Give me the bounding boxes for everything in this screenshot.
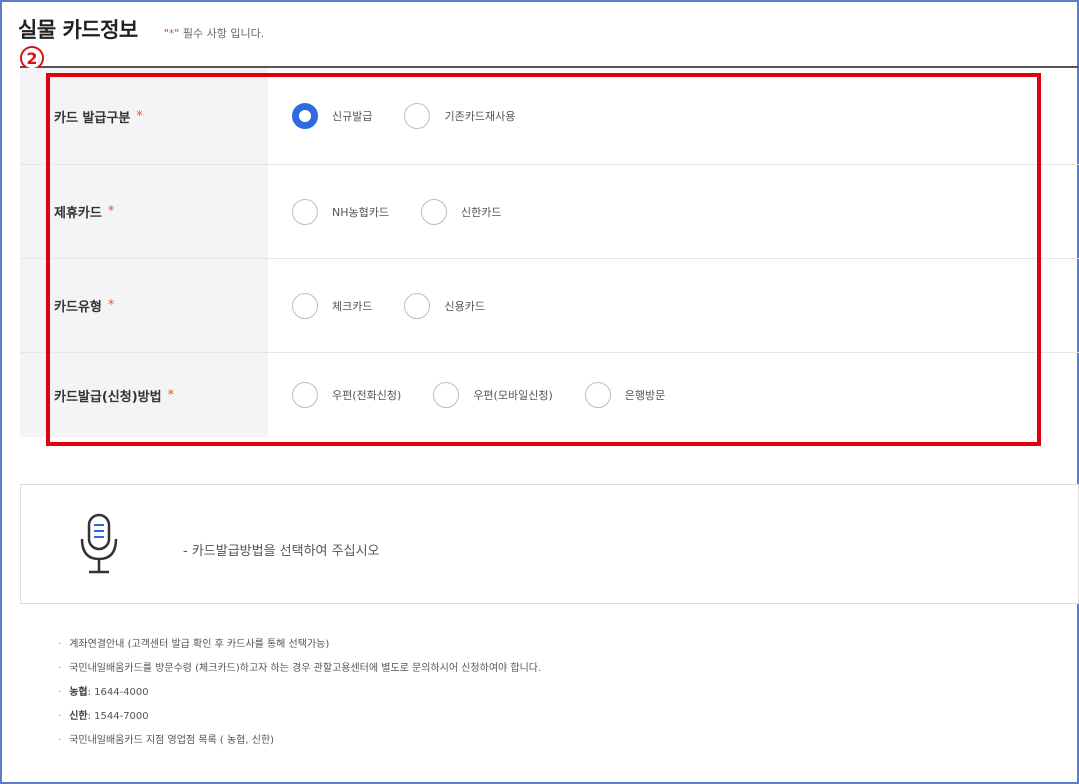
required-star: *	[167, 387, 175, 403]
info-item: 국민내일배움카드를 방문수령 (체크카드)하고자 하는 경우 관할고용센터에 별…	[58, 662, 541, 686]
page-title: 실물 카드정보	[18, 18, 138, 42]
radio-label: 은행방문	[624, 389, 666, 402]
notice-box: - 카드발급방법을 선택하여 주십시오	[20, 484, 1079, 604]
info-item: 국민내일배움카드 지점 영업점 목록 ( 농협, 신한)	[58, 734, 541, 758]
step-number-badge: 2	[20, 46, 44, 70]
radio-credit-card[interactable]: 신용카드	[404, 292, 485, 319]
card-info-form: 카드 발급구분 * 신규발급 기존카드재사용 제휴카드 * NH농협카드 신한카드 …	[20, 68, 1079, 437]
row-label-text: 카드발급(신청)방법	[54, 389, 162, 405]
section-header: 실물 카드정보 "*" 필수 사항 입니다.	[18, 14, 264, 44]
notice-text: - 카드발급방법을 선택하여 주십시오	[183, 544, 380, 559]
info-item-nh-phone: 농협: 1644-4000	[58, 686, 541, 710]
form-row-issue-type: 카드 발급구분 * 신규발급 기존카드재사용	[20, 68, 1079, 165]
radio-button[interactable]	[433, 382, 460, 408]
form-row-card-type: 카드유형 * 체크카드 신용카드	[20, 259, 1079, 353]
required-star: *	[136, 108, 143, 124]
required-star: *	[107, 204, 115, 219]
radio-label: 신규발급	[332, 110, 373, 123]
radio-reuse-card[interactable]: 기존카드재사용	[404, 103, 515, 129]
info-text: 국민내일배움카드를 방문수령 (체크카드)하고자 하는 경우 관할고용센터에 별…	[69, 663, 542, 674]
form-row-partner-card: 제휴카드 * NH농협카드 신한카드	[20, 165, 1079, 259]
radio-button[interactable]	[292, 382, 318, 408]
row-label-text: 카드 발급구분	[54, 110, 131, 126]
shinhan-phone: : 1544-7000	[87, 711, 149, 722]
radio-shinhan-card[interactable]: 신한카드	[420, 198, 502, 225]
row-label-text: 카드유형	[54, 300, 102, 315]
radio-button[interactable]	[420, 198, 447, 225]
radio-group-issue-type: 신규발급 기존카드재사용	[268, 68, 1079, 164]
row-label: 제휴카드 *	[20, 165, 268, 258]
row-label: 카드 발급구분 *	[20, 68, 268, 164]
row-label-text: 제휴카드	[54, 206, 102, 221]
microphone-icon	[80, 513, 118, 574]
info-item-shinhan-phone: 신한: 1544-7000	[58, 710, 541, 734]
row-label: 카드유형 *	[20, 259, 268, 352]
info-text: 국민내일배움카드 지점 영업점 목록 ( 농협, 신한)	[69, 735, 275, 746]
radio-bank-visit[interactable]: 은행방문	[584, 382, 666, 408]
radio-label: 우편(모바일신청)	[473, 389, 553, 402]
shinhan-label: 신한	[69, 711, 88, 722]
radio-label: 기존카드재사용	[444, 110, 516, 123]
radio-label: 우편(전화신청)	[332, 389, 402, 402]
info-item: 계좌연결안내 (고객센터 발급 확인 후 카드사를 통해 선택가능)	[58, 638, 541, 662]
radio-new-issue[interactable]: 신규발급	[292, 103, 372, 129]
required-star: *	[107, 298, 115, 313]
radio-label: 체크카드	[332, 299, 373, 313]
form-row-issue-method: 카드발급(신청)방법 * 우편(전화신청) 우편(모바일신청) 은행방문	[20, 353, 1079, 437]
radio-button[interactable]	[584, 382, 611, 408]
radio-button-checked[interactable]	[292, 103, 318, 129]
radio-button[interactable]	[292, 198, 318, 225]
radio-group-card-type: 체크카드 신용카드	[268, 259, 1079, 352]
nh-label: 농협	[69, 687, 88, 698]
required-note-text: " 필수 사항 입니다.	[174, 27, 265, 40]
radio-mail-mobile[interactable]: 우편(모바일신청)	[433, 382, 553, 408]
radio-mail-phone[interactable]: 우편(전화신청)	[292, 382, 401, 408]
radio-label: NH농협카드	[332, 205, 389, 219]
info-list: 계좌연결안내 (고객센터 발급 확인 후 카드사를 통해 선택가능) 국민내일배…	[58, 638, 541, 758]
radio-group-partner-card: NH농협카드 신한카드	[268, 165, 1079, 258]
radio-label: 신용카드	[444, 299, 485, 313]
radio-check-card[interactable]: 체크카드	[292, 292, 373, 319]
radio-nh-card[interactable]: NH농협카드	[292, 198, 389, 225]
radio-group-issue-method: 우편(전화신청) 우편(모바일신청) 은행방문	[268, 353, 1079, 437]
nh-phone: : 1644-4000	[87, 687, 149, 698]
info-text: 계좌연결안내 (고객센터 발급 확인 후 카드사를 통해 선택가능)	[69, 639, 330, 650]
required-note: "*" 필수 사항 입니다.	[164, 25, 264, 41]
radio-button[interactable]	[404, 292, 431, 319]
radio-button[interactable]	[292, 292, 318, 319]
radio-button[interactable]	[404, 103, 431, 129]
row-label: 카드발급(신청)방법 *	[20, 353, 268, 437]
radio-label: 신한카드	[460, 205, 502, 219]
